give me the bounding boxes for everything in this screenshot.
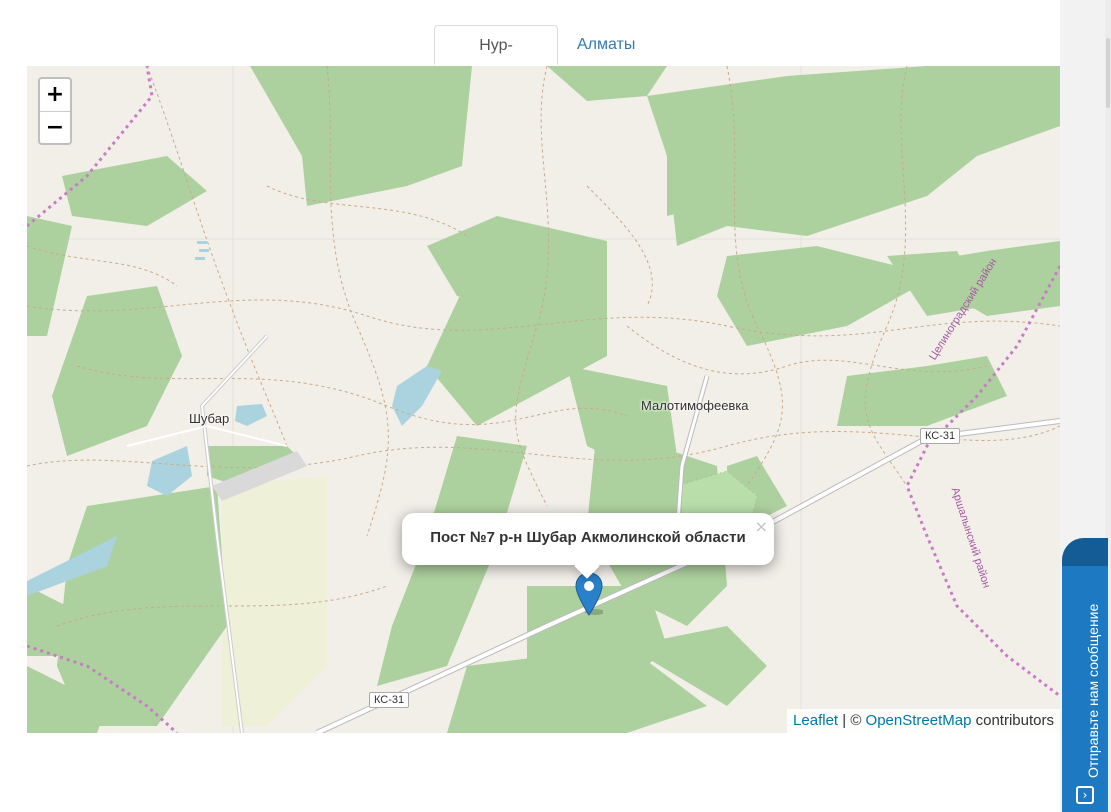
- map-container[interactable]: Шубар Малотимофеевка КС-31 КС-31 Целиног…: [27, 66, 1060, 733]
- popup-tip-cover: [562, 549, 614, 565]
- marker-popup: Пост №7 р-н Шубар Акмолинской области ×: [402, 513, 774, 579]
- scrollbar-thumb[interactable]: [1106, 38, 1110, 108]
- feedback-label: Отправьте нам сообщение: [1085, 603, 1101, 778]
- zoom-in-button[interactable]: +: [40, 79, 70, 112]
- feedback-widget[interactable]: Отправьте нам сообщение ›: [1062, 538, 1108, 812]
- road-shield-ks31-west: КС-31: [369, 692, 410, 708]
- label-malotimofeevka: Малотимофеевка: [641, 398, 749, 413]
- road-shield-ks31-east: КС-31: [920, 428, 961, 444]
- zoom-control: + −: [38, 77, 72, 145]
- tab-almaty[interactable]: Алматы: [559, 25, 653, 65]
- attribution-suffix: contributors: [971, 712, 1054, 729]
- popup-text: Пост №7 р-н Шубар Акмолинской области: [430, 529, 746, 546]
- zoom-out-button[interactable]: −: [40, 112, 70, 144]
- close-icon[interactable]: ×: [755, 517, 768, 536]
- openstreetmap-link[interactable]: OpenStreetMap: [866, 712, 972, 729]
- map-marker-icon[interactable]: [575, 572, 603, 616]
- label-shubar: Шубар: [189, 411, 230, 426]
- tab-nur-sultan[interactable]: Нур-Султан: [434, 25, 558, 94]
- map-tiles: [27, 66, 1060, 733]
- leaflet-link[interactable]: Leaflet: [793, 712, 838, 729]
- chevron-right-icon: ›: [1076, 786, 1094, 804]
- attribution-separator: | ©: [838, 712, 866, 729]
- map-attribution: Leaflet | © OpenStreetMap contributors: [787, 709, 1060, 733]
- city-tabs: Нур-Султан Алматы: [27, 0, 1060, 94]
